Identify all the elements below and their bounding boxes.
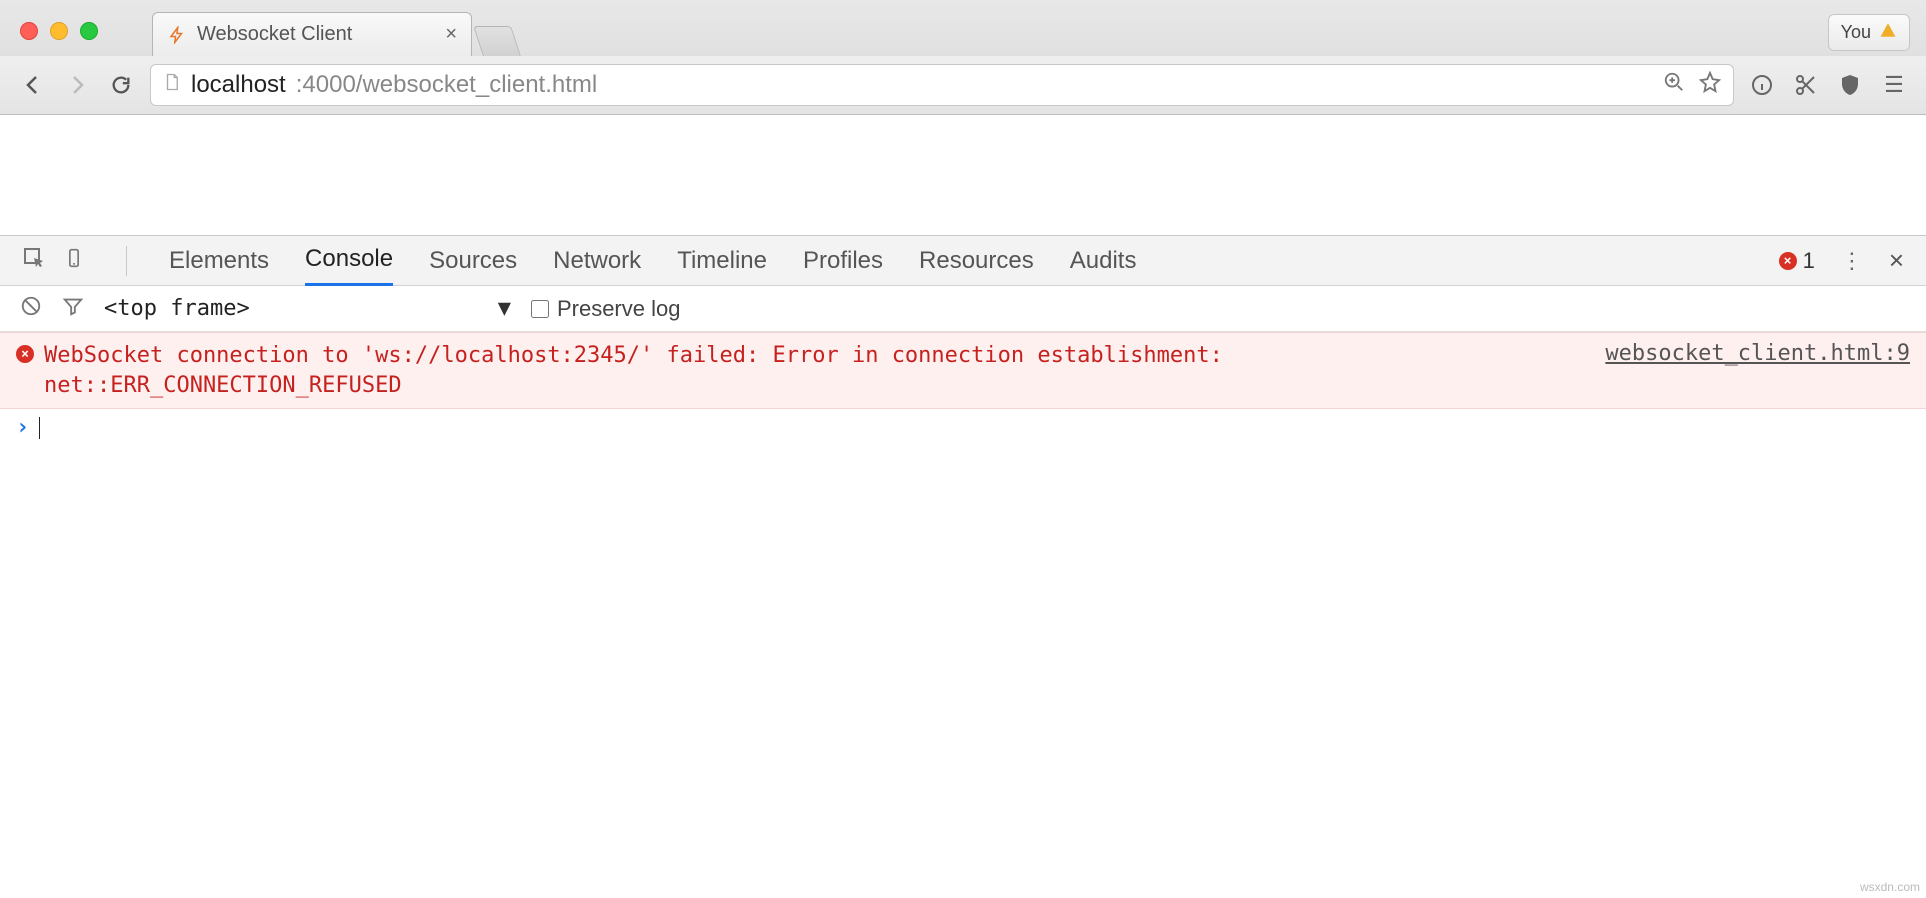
frame-selector-label: <top frame> xyxy=(104,296,250,321)
devtools-menu-icon[interactable]: ⋮ xyxy=(1841,248,1863,274)
browser-menu-icon[interactable]: ☰ xyxy=(1880,71,1908,99)
error-circle-icon: × xyxy=(1779,252,1797,270)
new-tab-button[interactable] xyxy=(473,26,521,56)
error-count: 1 xyxy=(1803,248,1815,274)
divider xyxy=(126,246,127,276)
lightning-icon xyxy=(167,25,187,45)
inspect-element-icon[interactable] xyxy=(22,246,46,276)
omnibox-actions xyxy=(1663,71,1721,99)
extension-icons: ☰ xyxy=(1748,71,1908,99)
devtools-tab-sources[interactable]: Sources xyxy=(429,237,517,285)
bookmark-star-icon[interactable] xyxy=(1699,71,1721,99)
scissors-icon[interactable] xyxy=(1792,71,1820,99)
reload-button[interactable] xyxy=(106,70,136,100)
address-bar[interactable]: localhost :4000/websocket_client.html xyxy=(150,64,1734,106)
devtools-close-icon[interactable]: × xyxy=(1889,245,1904,276)
browser-chrome: Websocket Client × You localhost :4000/we… xyxy=(0,0,1926,115)
window-controls xyxy=(20,22,98,40)
preserve-log-label: Preserve log xyxy=(557,296,681,322)
info-circle-icon[interactable] xyxy=(1748,71,1776,99)
warning-icon xyxy=(1879,21,1897,44)
url-path: :4000/websocket_client.html xyxy=(296,71,598,99)
console-error-row[interactable]: × WebSocket connection to 'ws://localhos… xyxy=(0,332,1926,409)
devtools-tab-timeline[interactable]: Timeline xyxy=(677,237,767,285)
devtools-tab-audits[interactable]: Audits xyxy=(1070,237,1137,285)
zoom-icon[interactable] xyxy=(1663,71,1685,99)
prompt-caret-icon: › xyxy=(16,415,29,440)
devtools-tab-network[interactable]: Network xyxy=(553,237,641,285)
devtools-tab-resources[interactable]: Resources xyxy=(919,237,1034,285)
frame-selector[interactable]: <top frame> ▼ xyxy=(104,296,511,321)
ublock-shield-icon[interactable] xyxy=(1836,71,1864,99)
console-prompt[interactable]: › xyxy=(0,409,1926,446)
text-cursor xyxy=(39,417,40,439)
error-icon: × xyxy=(16,345,34,363)
console-toolbar: <top frame> ▼ Preserve log xyxy=(0,286,1926,332)
error-count-badge[interactable]: × 1 xyxy=(1779,248,1815,274)
devtools-tab-elements[interactable]: Elements xyxy=(169,237,269,285)
preserve-log-checkbox[interactable] xyxy=(531,300,549,318)
device-toolbar-icon[interactable] xyxy=(64,246,84,276)
forward-button[interactable] xyxy=(62,70,92,100)
clear-console-icon[interactable] xyxy=(20,295,42,323)
console-output: × WebSocket connection to 'ws://localhos… xyxy=(0,332,1926,895)
window-maximize-button[interactable] xyxy=(80,22,98,40)
preserve-log-toggle[interactable]: Preserve log xyxy=(531,296,681,322)
file-icon xyxy=(163,72,181,98)
devtools-tabbar: Elements Console Sources Network Timelin… xyxy=(0,236,1926,286)
browser-tab[interactable]: Websocket Client × xyxy=(152,12,472,56)
devtools-tab-profiles[interactable]: Profiles xyxy=(803,237,883,285)
profile-button[interactable]: You xyxy=(1828,14,1910,51)
console-error-source[interactable]: websocket_client.html:9 xyxy=(1605,341,1910,366)
profile-label: You xyxy=(1841,22,1871,43)
console-error-text: WebSocket connection to 'ws://localhost:… xyxy=(44,341,1577,400)
tab-strip: Websocket Client × You xyxy=(0,0,1926,56)
window-minimize-button[interactable] xyxy=(50,22,68,40)
devtools-panel: Elements Console Sources Network Timelin… xyxy=(0,235,1926,895)
devtools-tab-console[interactable]: Console xyxy=(305,235,393,286)
page-viewport xyxy=(0,115,1926,235)
dropdown-caret-icon: ▼ xyxy=(498,296,511,321)
filter-icon[interactable] xyxy=(62,295,84,323)
url-host: localhost xyxy=(191,71,286,99)
watermark: wsxdn.com xyxy=(1860,880,1920,894)
back-button[interactable] xyxy=(18,70,48,100)
tab-close-icon[interactable]: × xyxy=(445,23,457,46)
browser-toolbar: localhost :4000/websocket_client.html ☰ xyxy=(0,56,1926,114)
window-close-button[interactable] xyxy=(20,22,38,40)
tab-title: Websocket Client xyxy=(197,23,352,46)
